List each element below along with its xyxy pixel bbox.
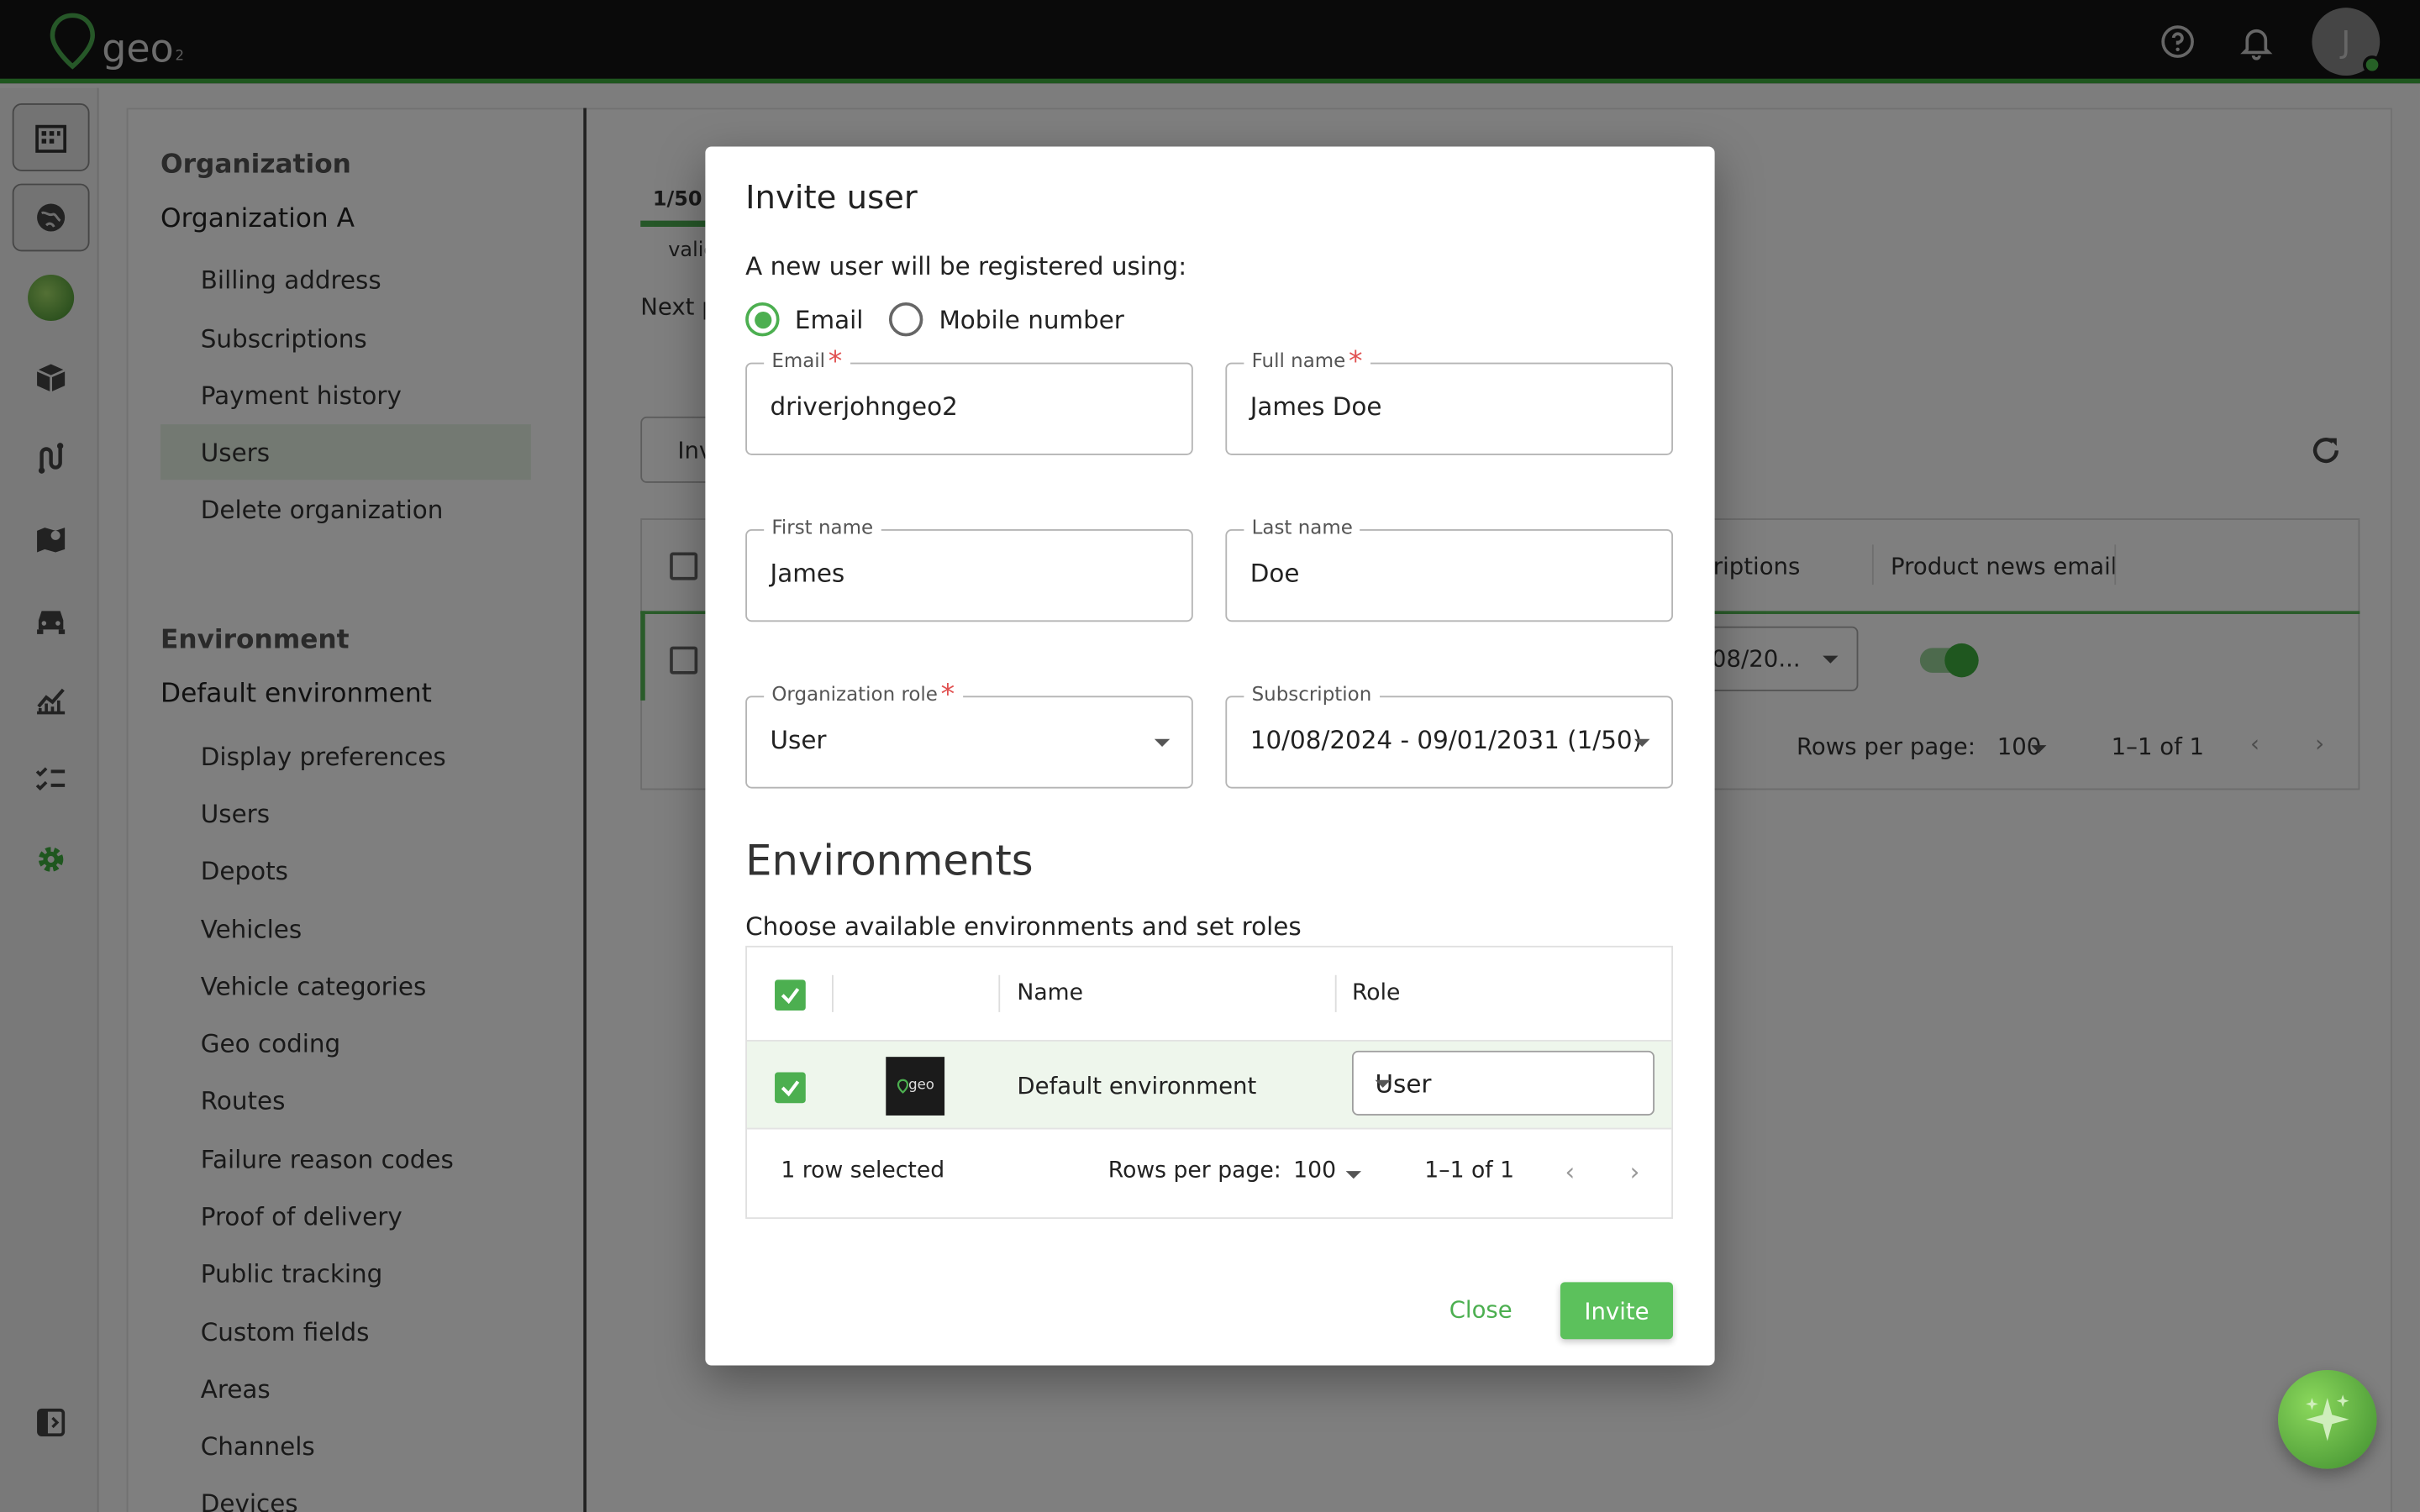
col-sep [831, 974, 834, 1012]
firstname-label: First name [764, 515, 881, 539]
row-checkbox[interactable] [775, 1072, 806, 1104]
radio-email[interactable] [745, 302, 780, 337]
org-role-label: Organization role * [764, 681, 963, 709]
invite-button[interactable]: Invite [1560, 1282, 1674, 1340]
lastname-value: Doe [1249, 558, 1300, 588]
environments-subtitle: Choose available environments and set ro… [745, 911, 1302, 942]
radio-mobile-label[interactable]: Mobile number [939, 305, 1123, 334]
caret-down-icon [1634, 738, 1650, 747]
col-header-role[interactable]: Role [1352, 981, 1400, 1005]
dialog-title: Invite user [745, 179, 918, 217]
firstname-value: James [770, 558, 845, 588]
location-pin-icon [897, 1079, 908, 1094]
invite-user-dialog: Invite user A new user will be registere… [705, 146, 1715, 1366]
check-icon [781, 1080, 800, 1097]
registration-method-radios: Email Mobile number [745, 302, 1124, 337]
table-footer: 1 row selected Rows per page: 100 1–1 of… [747, 1129, 1671, 1217]
email-field[interactable]: Email * driverjohngeo2 [745, 348, 1193, 455]
caret-down-icon [1375, 1079, 1391, 1088]
email-label: Email * [764, 348, 850, 375]
lastname-label: Last name [1244, 515, 1361, 539]
environments-title: Environments [745, 837, 1034, 886]
chevron-right-icon[interactable]: › [1630, 1158, 1640, 1187]
pagination-range: 1–1 of 1 [1424, 1158, 1515, 1184]
dialog-subtitle: A new user will be registered using: [745, 251, 1187, 281]
subscription-label: Subscription [1244, 681, 1380, 706]
organization-role-select[interactable]: Organization role * User [745, 681, 1193, 789]
select-all-checkbox[interactable] [775, 979, 806, 1011]
lastname-field[interactable]: Last name Doe [1225, 515, 1674, 622]
radio-mobile[interactable] [889, 302, 924, 337]
fullname-label: Full name * [1244, 348, 1370, 375]
selected-count: 1 row selected [781, 1158, 945, 1184]
caret-down-icon [1154, 738, 1171, 747]
chevron-left-icon[interactable]: ‹ [1565, 1158, 1575, 1187]
fullname-value: James Doe [1249, 391, 1382, 422]
caret-down-icon [1345, 1171, 1361, 1179]
environment-role-select[interactable]: User [1351, 1050, 1655, 1116]
firstname-field[interactable]: First name James [745, 515, 1193, 622]
org-role-value: User [770, 725, 827, 755]
email-value: driverjohngeo2 [770, 391, 958, 422]
environments-table: Name Role geo Default environment User 1 [745, 945, 1674, 1220]
col-sep [998, 974, 1001, 1012]
close-button[interactable]: Close [1449, 1296, 1512, 1324]
sparkle-icon [2306, 1394, 2349, 1441]
subscription-select[interactable]: Subscription 10/08/2024 - 09/01/2031 (1/… [1225, 681, 1674, 789]
fullname-field[interactable]: Full name * James Doe [1225, 348, 1674, 455]
col-sep [1334, 974, 1337, 1012]
rows-per-page-label: Rows per page: [1107, 1158, 1281, 1184]
col-header-name[interactable]: Name [1017, 981, 1083, 1005]
ai-assistant-fab[interactable] [2278, 1370, 2377, 1469]
environment-logo-text: geo [908, 1078, 934, 1095]
environment-logo: geo [886, 1057, 945, 1116]
table-row[interactable]: geo Default environment User [746, 1039, 1672, 1130]
radio-email-label[interactable]: Email [795, 305, 864, 334]
environment-name: Default environment [1017, 1072, 1257, 1100]
subscription-value: 10/08/2024 - 09/01/2031 (1/50) [1249, 725, 1643, 755]
rows-per-page-select[interactable]: 100 [1293, 1158, 1336, 1183]
check-icon [781, 988, 800, 1005]
